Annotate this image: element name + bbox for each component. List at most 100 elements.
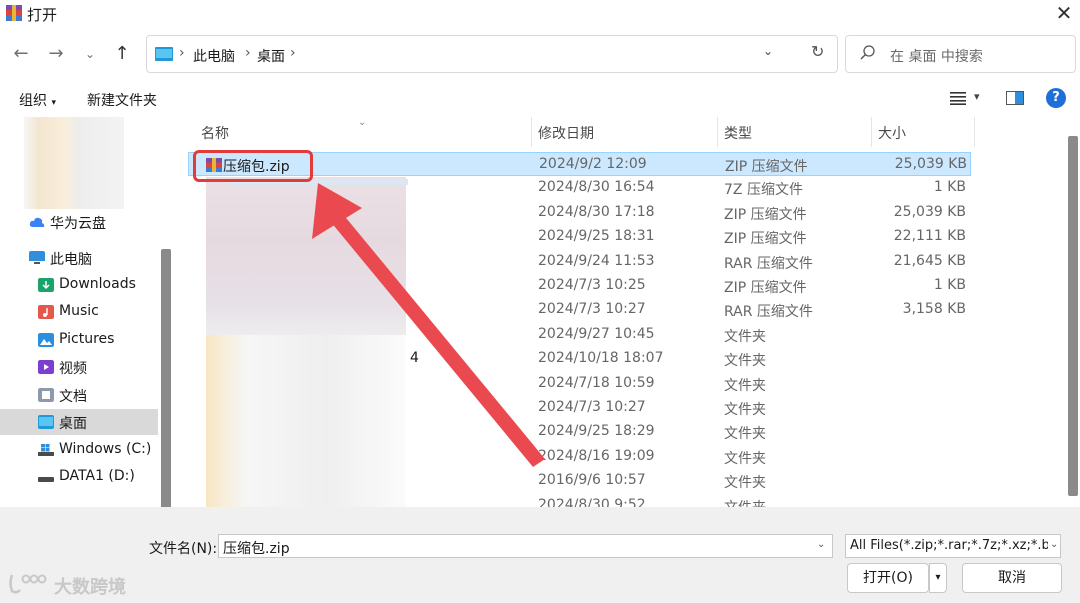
file-date: 2024/9/25 18:31 bbox=[538, 228, 655, 245]
computer-icon bbox=[29, 251, 45, 264]
nav-item-music[interactable]: Music bbox=[0, 299, 158, 325]
nav-item-pictures[interactable]: Pictures bbox=[0, 327, 158, 353]
window-title: 打开 bbox=[27, 6, 58, 24]
new-folder-button[interactable]: 新建文件夹 bbox=[87, 90, 157, 110]
address-bar[interactable]: › 此电脑 › 桌面 › ⌄ ↻ bbox=[146, 35, 838, 73]
filename-dropdown-icon[interactable]: ⌄ bbox=[817, 539, 825, 550]
desktop-folder-icon bbox=[155, 47, 173, 61]
preview-pane-icon[interactable] bbox=[1006, 91, 1024, 105]
column-divider[interactable] bbox=[974, 117, 975, 147]
nav-item-this-pc[interactable]: 此电脑 bbox=[0, 245, 158, 271]
column-header-name[interactable]: 名称 bbox=[201, 123, 229, 143]
file-row[interactable]: 2024/7/3 10:25 ZIP 压缩文件 1 KB bbox=[188, 274, 971, 298]
back-button[interactable]: ← bbox=[9, 42, 33, 66]
filename-value: 压缩包.zip bbox=[223, 541, 290, 557]
file-type: 文件夹 bbox=[724, 497, 766, 507]
file-row[interactable]: 2024/9/25 18:29 文件夹 bbox=[188, 420, 971, 444]
nav-label: 视频 bbox=[59, 361, 87, 377]
file-date: 2024/7/3 10:27 bbox=[538, 399, 646, 415]
breadcrumb-separator: › bbox=[245, 45, 251, 61]
nav-item-downloads[interactable]: Downloads bbox=[0, 272, 158, 298]
file-row[interactable]: 2024/8/30 17:18 ZIP 压缩文件 25,039 KB bbox=[188, 201, 971, 225]
open-button[interactable]: 打开(O) bbox=[847, 563, 929, 593]
file-date: 2024/9/2 12:09 bbox=[539, 156, 647, 172]
nav-label: Downloads bbox=[59, 276, 136, 292]
forward-button[interactable]: → bbox=[44, 42, 68, 66]
file-row[interactable]: 2024/8/30 9:52 文件夹 bbox=[188, 494, 971, 507]
breadcrumb-separator[interactable]: › bbox=[290, 45, 296, 61]
file-type-filter[interactable]: All Files(*.zip;*.rar;*.7z;*.xz;*.b: ⌄ bbox=[845, 534, 1061, 558]
close-button[interactable]: ✕ bbox=[1052, 2, 1076, 24]
file-type-filter-value: All Files(*.zip;*.rar;*.7z;*.xz;*.b: bbox=[850, 538, 1055, 553]
column-header-size[interactable]: 大小 bbox=[878, 123, 906, 143]
desktop-icon bbox=[38, 415, 54, 429]
organize-arrow-icon: ▾ bbox=[51, 98, 56, 108]
recent-locations-button[interactable]: ⌄ bbox=[78, 42, 102, 66]
command-bar: 组织 ▾ 新建文件夹 ▾ ? bbox=[0, 82, 1080, 114]
nav-item-videos[interactable]: 视频 bbox=[0, 354, 158, 380]
nav-label: 桌面 bbox=[59, 416, 87, 432]
file-size: 1 KB bbox=[933, 277, 966, 293]
file-date: 2024/8/30 17:18 bbox=[538, 203, 655, 220]
file-row[interactable]: 2024/7/3 10:27 文件夹 bbox=[188, 396, 971, 420]
nav-item-huawei-cloud[interactable]: 华为云盘 bbox=[0, 209, 158, 235]
column-divider[interactable] bbox=[531, 117, 532, 147]
nav-item-documents[interactable]: 文档 bbox=[0, 382, 158, 408]
file-row[interactable]: 2016/9/6 10:57 文件夹 bbox=[188, 469, 971, 493]
downloads-icon bbox=[38, 278, 54, 292]
column-header-date[interactable]: 修改日期 bbox=[538, 123, 594, 143]
pictures-icon bbox=[38, 333, 54, 347]
filename-input[interactable]: 压缩包.zip ⌄ bbox=[218, 534, 833, 558]
file-type: 文件夹 bbox=[724, 450, 766, 467]
nav-item-drive-d[interactable]: DATA1 (D:) bbox=[0, 464, 158, 490]
file-row[interactable]: 2024/9/27 10:45 文件夹 bbox=[188, 323, 971, 347]
help-icon[interactable]: ? bbox=[1046, 88, 1066, 108]
blurred-quick-access bbox=[24, 117, 124, 209]
column-header-type[interactable]: 类型 bbox=[724, 123, 752, 143]
video-icon bbox=[38, 360, 54, 374]
nav-label: 文档 bbox=[59, 389, 87, 405]
file-date: 2024/9/27 10:45 bbox=[538, 325, 655, 342]
view-options-dropdown-icon[interactable]: ▾ bbox=[974, 90, 980, 103]
breadcrumb-this-pc[interactable]: 此电脑 bbox=[193, 46, 235, 66]
file-type: 文件夹 bbox=[724, 475, 766, 492]
file-row[interactable]: 2024/9/25 18:31 ZIP 压缩文件 22,111 KB bbox=[188, 225, 971, 249]
cancel-button[interactable]: 取消 bbox=[962, 563, 1062, 593]
highlight-box bbox=[193, 150, 313, 182]
file-type: 文件夹 bbox=[724, 353, 766, 370]
column-divider[interactable] bbox=[717, 117, 718, 147]
up-button[interactable]: ↑ bbox=[110, 42, 134, 66]
address-dropdown-icon[interactable]: ⌄ bbox=[763, 44, 773, 58]
drive-d-icon bbox=[38, 477, 54, 482]
organize-button[interactable]: 组织 ▾ bbox=[19, 90, 56, 110]
file-row[interactable]: 2024/8/16 19:09 文件夹 bbox=[188, 445, 971, 469]
file-row[interactable]: 2024/7/3 10:27 RAR 压缩文件 3,158 KB bbox=[188, 298, 971, 322]
filter-dropdown-icon[interactable]: ⌄ bbox=[1048, 539, 1059, 550]
open-dropdown-icon[interactable]: ▾ bbox=[929, 563, 947, 593]
file-row[interactable]: 4 2024/10/18 18:07 文件夹 bbox=[188, 347, 971, 371]
file-size: 25,039 KB bbox=[894, 156, 967, 172]
file-row[interactable]: 2024/7/18 10:59 文件夹 bbox=[188, 372, 971, 396]
file-date: 2024/10/18 18:07 bbox=[538, 350, 664, 367]
breadcrumb-desktop[interactable]: 桌面 bbox=[257, 46, 285, 66]
winrar-app-icon bbox=[6, 5, 22, 21]
file-type: ZIP 压缩文件 bbox=[724, 206, 807, 223]
file-list-scrollbar[interactable] bbox=[1068, 136, 1078, 496]
nav-item-desktop[interactable]: 桌面 bbox=[0, 409, 158, 435]
file-type: 文件夹 bbox=[724, 426, 766, 443]
column-divider[interactable] bbox=[871, 117, 872, 147]
file-row[interactable]: 2024/9/24 11:53 RAR 压缩文件 21,645 KB bbox=[188, 250, 971, 274]
search-placeholder: 在 桌面 中搜索 bbox=[890, 49, 983, 65]
file-date: 2024/7/3 10:27 bbox=[538, 301, 646, 318]
file-type: 文件夹 bbox=[724, 402, 766, 418]
view-list-icon[interactable] bbox=[950, 91, 966, 105]
music-icon bbox=[38, 305, 54, 319]
file-date: 2024/8/30 16:54 bbox=[538, 179, 655, 196]
nav-item-drive-c[interactable]: Windows (C:) bbox=[0, 437, 158, 463]
file-type: 文件夹 bbox=[724, 377, 766, 394]
drive-c-icon bbox=[38, 444, 54, 456]
file-size: 3,158 KB bbox=[902, 301, 966, 318]
search-input[interactable]: 在 桌面 中搜索 bbox=[845, 35, 1076, 73]
refresh-icon[interactable]: ↻ bbox=[811, 42, 824, 61]
file-size: 21,645 KB bbox=[893, 252, 966, 269]
